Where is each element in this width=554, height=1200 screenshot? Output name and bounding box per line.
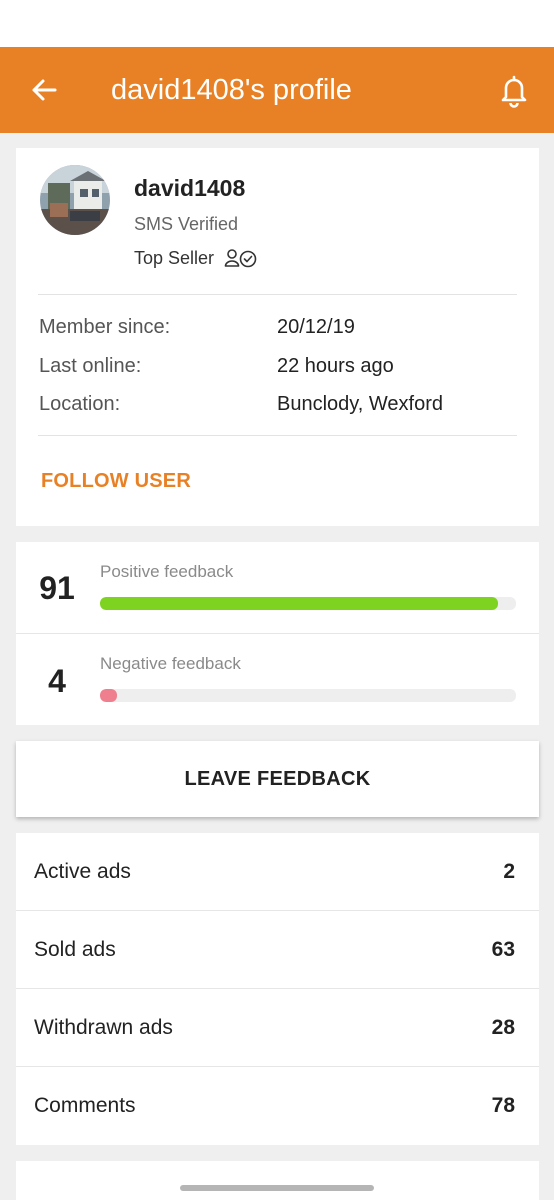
member-since-label: Member since: — [39, 316, 171, 338]
next-section-card — [16, 1161, 539, 1200]
stat-row-sold-ads[interactable]: Sold ads 63 — [16, 911, 539, 989]
page-title: david1408's profile — [111, 74, 352, 106]
profile-card: david1408 SMS Verified Top Seller Member… — [16, 148, 539, 526]
feedback-card: 91 Positive feedback 4 Negative feedback — [16, 542, 539, 725]
top-seller-badge: Top Seller — [134, 247, 258, 269]
positive-feedback-bar — [100, 597, 516, 610]
last-online-value: 22 hours ago — [277, 355, 394, 377]
divider — [38, 435, 517, 436]
last-online-label: Last online: — [39, 355, 142, 377]
stat-label: Sold ads — [34, 938, 116, 961]
username: david1408 — [134, 175, 246, 201]
arrow-left-icon[interactable] — [28, 74, 60, 106]
app-bar: david1408's profile — [0, 47, 554, 133]
verification-status: SMS Verified — [134, 214, 239, 234]
home-indicator[interactable] — [180, 1185, 374, 1191]
stats-card: Active ads 2 Sold ads 63 Withdrawn ads 2… — [16, 833, 539, 1145]
stat-row-withdrawn-ads[interactable]: Withdrawn ads 28 — [16, 989, 539, 1067]
stat-value: 2 — [503, 860, 515, 883]
follow-user-button[interactable]: FOLLOW USER — [41, 470, 191, 493]
negative-feedback-bar-fill — [100, 689, 118, 702]
member-since-value: 20/12/19 — [277, 316, 355, 338]
negative-feedback-label: Negative feedback — [100, 654, 241, 673]
stat-label: Withdrawn ads — [34, 1016, 173, 1039]
positive-feedback-bar-fill — [100, 597, 499, 610]
avatar[interactable] — [40, 165, 110, 235]
negative-feedback-count: 4 — [48, 663, 66, 699]
stat-label: Comments — [34, 1094, 136, 1117]
positive-feedback-row: 91 Positive feedback — [16, 542, 539, 633]
stat-value: 28 — [491, 1016, 515, 1039]
location-label: Location: — [39, 393, 121, 415]
status-bar-area — [0, 0, 554, 47]
location-value: Bunclody, Wexford — [277, 393, 444, 415]
stat-row-active-ads[interactable]: Active ads 2 — [16, 833, 539, 911]
verified-user-icon — [224, 247, 258, 269]
stat-label: Active ads — [34, 860, 131, 883]
divider — [38, 294, 517, 295]
positive-feedback-label: Positive feedback — [100, 562, 234, 581]
negative-feedback-bar — [100, 689, 516, 702]
negative-feedback-row: 4 Negative feedback — [16, 634, 539, 725]
stat-value: 63 — [491, 938, 515, 961]
stat-value: 78 — [491, 1094, 515, 1117]
bell-icon[interactable] — [498, 74, 530, 108]
top-seller-label: Top Seller — [134, 247, 215, 268]
positive-feedback-count: 91 — [39, 570, 75, 606]
stat-row-comments[interactable]: Comments 78 — [16, 1067, 539, 1145]
leave-feedback-button[interactable]: LEAVE FEEDBACK — [16, 741, 539, 817]
